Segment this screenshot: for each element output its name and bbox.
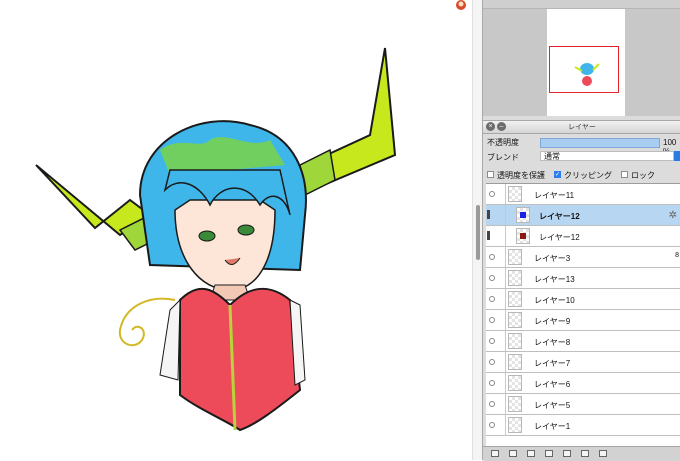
layer-thumbnail — [508, 333, 522, 349]
layer-name: レイヤー12 — [539, 212, 580, 221]
eye-icon[interactable] — [489, 422, 495, 428]
layer-clip-column — [498, 247, 506, 267]
layer-row[interactable]: レイヤー5 — [486, 394, 680, 415]
layer-row[interactable]: レイヤー3 8 — [486, 247, 680, 268]
layer-thumbnail — [516, 207, 530, 223]
layer-thumbnail — [508, 291, 522, 307]
layer-name: レイヤー1 — [534, 422, 571, 431]
layer-thumbnail — [508, 249, 522, 265]
eye-icon[interactable] — [489, 401, 495, 407]
layer-name: レイヤー13 — [534, 275, 575, 284]
layer-thumbnail — [508, 375, 522, 391]
avatar-icon — [456, 0, 466, 10]
layer-row[interactable]: レイヤー7 — [486, 352, 680, 373]
new-layer-icon[interactable] — [491, 450, 499, 457]
scrollbar-thumb[interactable] — [476, 205, 480, 260]
layer-panel-footer — [483, 446, 680, 461]
layer-clip-column — [498, 268, 506, 288]
layer-row[interactable]: レイヤー9 — [486, 310, 680, 331]
opacity-slider[interactable] — [540, 138, 660, 148]
protect-alpha-label: 透明度を保護 — [497, 171, 545, 180]
layer-clip-column — [498, 415, 506, 435]
layer-color-swatch — [520, 212, 526, 218]
clipping-checkbox[interactable]: ✓ — [554, 171, 561, 178]
right-panel: × – レイヤー 不透明度 100 % ブレンド 通常 透明度を保護 ✓ クリッ… — [482, 0, 680, 461]
blend-label: ブレンド — [487, 153, 519, 162]
layer-color-swatch — [520, 233, 526, 239]
layer-name: レイヤー10 — [534, 296, 575, 305]
eye-icon[interactable] — [489, 380, 495, 386]
layer-panel-title: レイヤー — [568, 124, 596, 131]
layer-clip-column — [498, 289, 506, 309]
blend-dropdown-button[interactable] — [674, 151, 680, 161]
layer-thumbnail — [516, 228, 530, 244]
layer-thumbnail — [508, 354, 522, 370]
layer-panel-header: × – レイヤー — [483, 120, 680, 134]
blend-mode-select[interactable]: 通常 — [540, 151, 674, 161]
layer-thumbnail — [508, 270, 522, 286]
eye-icon[interactable] — [489, 254, 495, 260]
trash-icon[interactable] — [599, 450, 607, 457]
protect-alpha-checkbox[interactable] — [487, 171, 494, 178]
duplicate-layer-icon[interactable] — [509, 450, 517, 457]
layer-name: レイヤー8 — [534, 338, 571, 347]
layer-clip-column — [498, 373, 506, 393]
character-illustration — [35, 47, 397, 432]
layer-clip-column — [498, 394, 506, 414]
new-folder-icon[interactable] — [527, 450, 535, 457]
layer-thumbnail — [508, 417, 522, 433]
layer-thumbnail — [508, 186, 522, 202]
layer-thumbnail — [508, 312, 522, 328]
layer-clip-column — [498, 205, 506, 225]
eye-icon[interactable] — [489, 359, 495, 365]
layer-list: レイヤー11 レイヤー12 ✲ レイヤー12 レイヤー3 8 レイヤー13 レイ… — [486, 183, 680, 446]
lock-label: ロック — [631, 171, 655, 180]
layer-name: レイヤー12 — [539, 233, 580, 242]
layer-row[interactable]: レイヤー13 — [486, 268, 680, 289]
lock-checkbox[interactable] — [621, 171, 628, 178]
drawing-canvas[interactable] — [0, 0, 472, 460]
layer-clip-column — [498, 310, 506, 330]
layer-clip-column — [498, 331, 506, 351]
clipping-indicator-icon — [487, 231, 490, 240]
navigator-view-frame[interactable] — [549, 46, 619, 93]
layer-thumbnail — [508, 396, 522, 412]
layer-clip-column — [498, 184, 506, 204]
gear-icon[interactable]: ✲ — [669, 210, 677, 221]
eye-icon[interactable] — [489, 317, 495, 323]
layer-name: レイヤー3 — [534, 254, 571, 263]
layer-row[interactable]: レイヤー1 — [486, 415, 680, 436]
eye-icon[interactable] — [489, 338, 495, 344]
merge-layer-icon[interactable] — [545, 450, 553, 457]
layer-name: レイヤー6 — [534, 380, 571, 389]
layer-badge: 8 — [675, 252, 679, 259]
layer-row-selected[interactable]: レイヤー12 ✲ — [486, 205, 680, 226]
navigator[interactable] — [483, 9, 680, 116]
navigator-toolbar — [483, 0, 680, 9]
eye-icon[interactable] — [489, 275, 495, 281]
layer-name: レイヤー7 — [534, 359, 571, 368]
layer-row[interactable]: レイヤー6 — [486, 373, 680, 394]
layer-row[interactable]: レイヤー11 — [486, 184, 680, 205]
clipping-indicator-icon — [487, 210, 490, 219]
layer-row[interactable]: レイヤー12 — [486, 226, 680, 247]
layer-effect-icon[interactable] — [581, 450, 589, 457]
layer-name: レイヤー11 — [534, 191, 575, 200]
eye-icon[interactable] — [489, 296, 495, 302]
layer-clip-column — [498, 226, 506, 246]
eye-icon[interactable] — [489, 191, 495, 197]
layer-clip-column — [498, 352, 506, 372]
layer-row[interactable]: レイヤー8 — [486, 331, 680, 352]
clipping-label: クリッピング — [564, 171, 612, 180]
layer-name: レイヤー5 — [534, 401, 571, 410]
layer-name: レイヤー9 — [534, 317, 571, 326]
opacity-label: 不透明度 — [487, 138, 519, 147]
layer-row[interactable]: レイヤー10 — [486, 289, 680, 310]
layer-mask-icon[interactable] — [563, 450, 571, 457]
